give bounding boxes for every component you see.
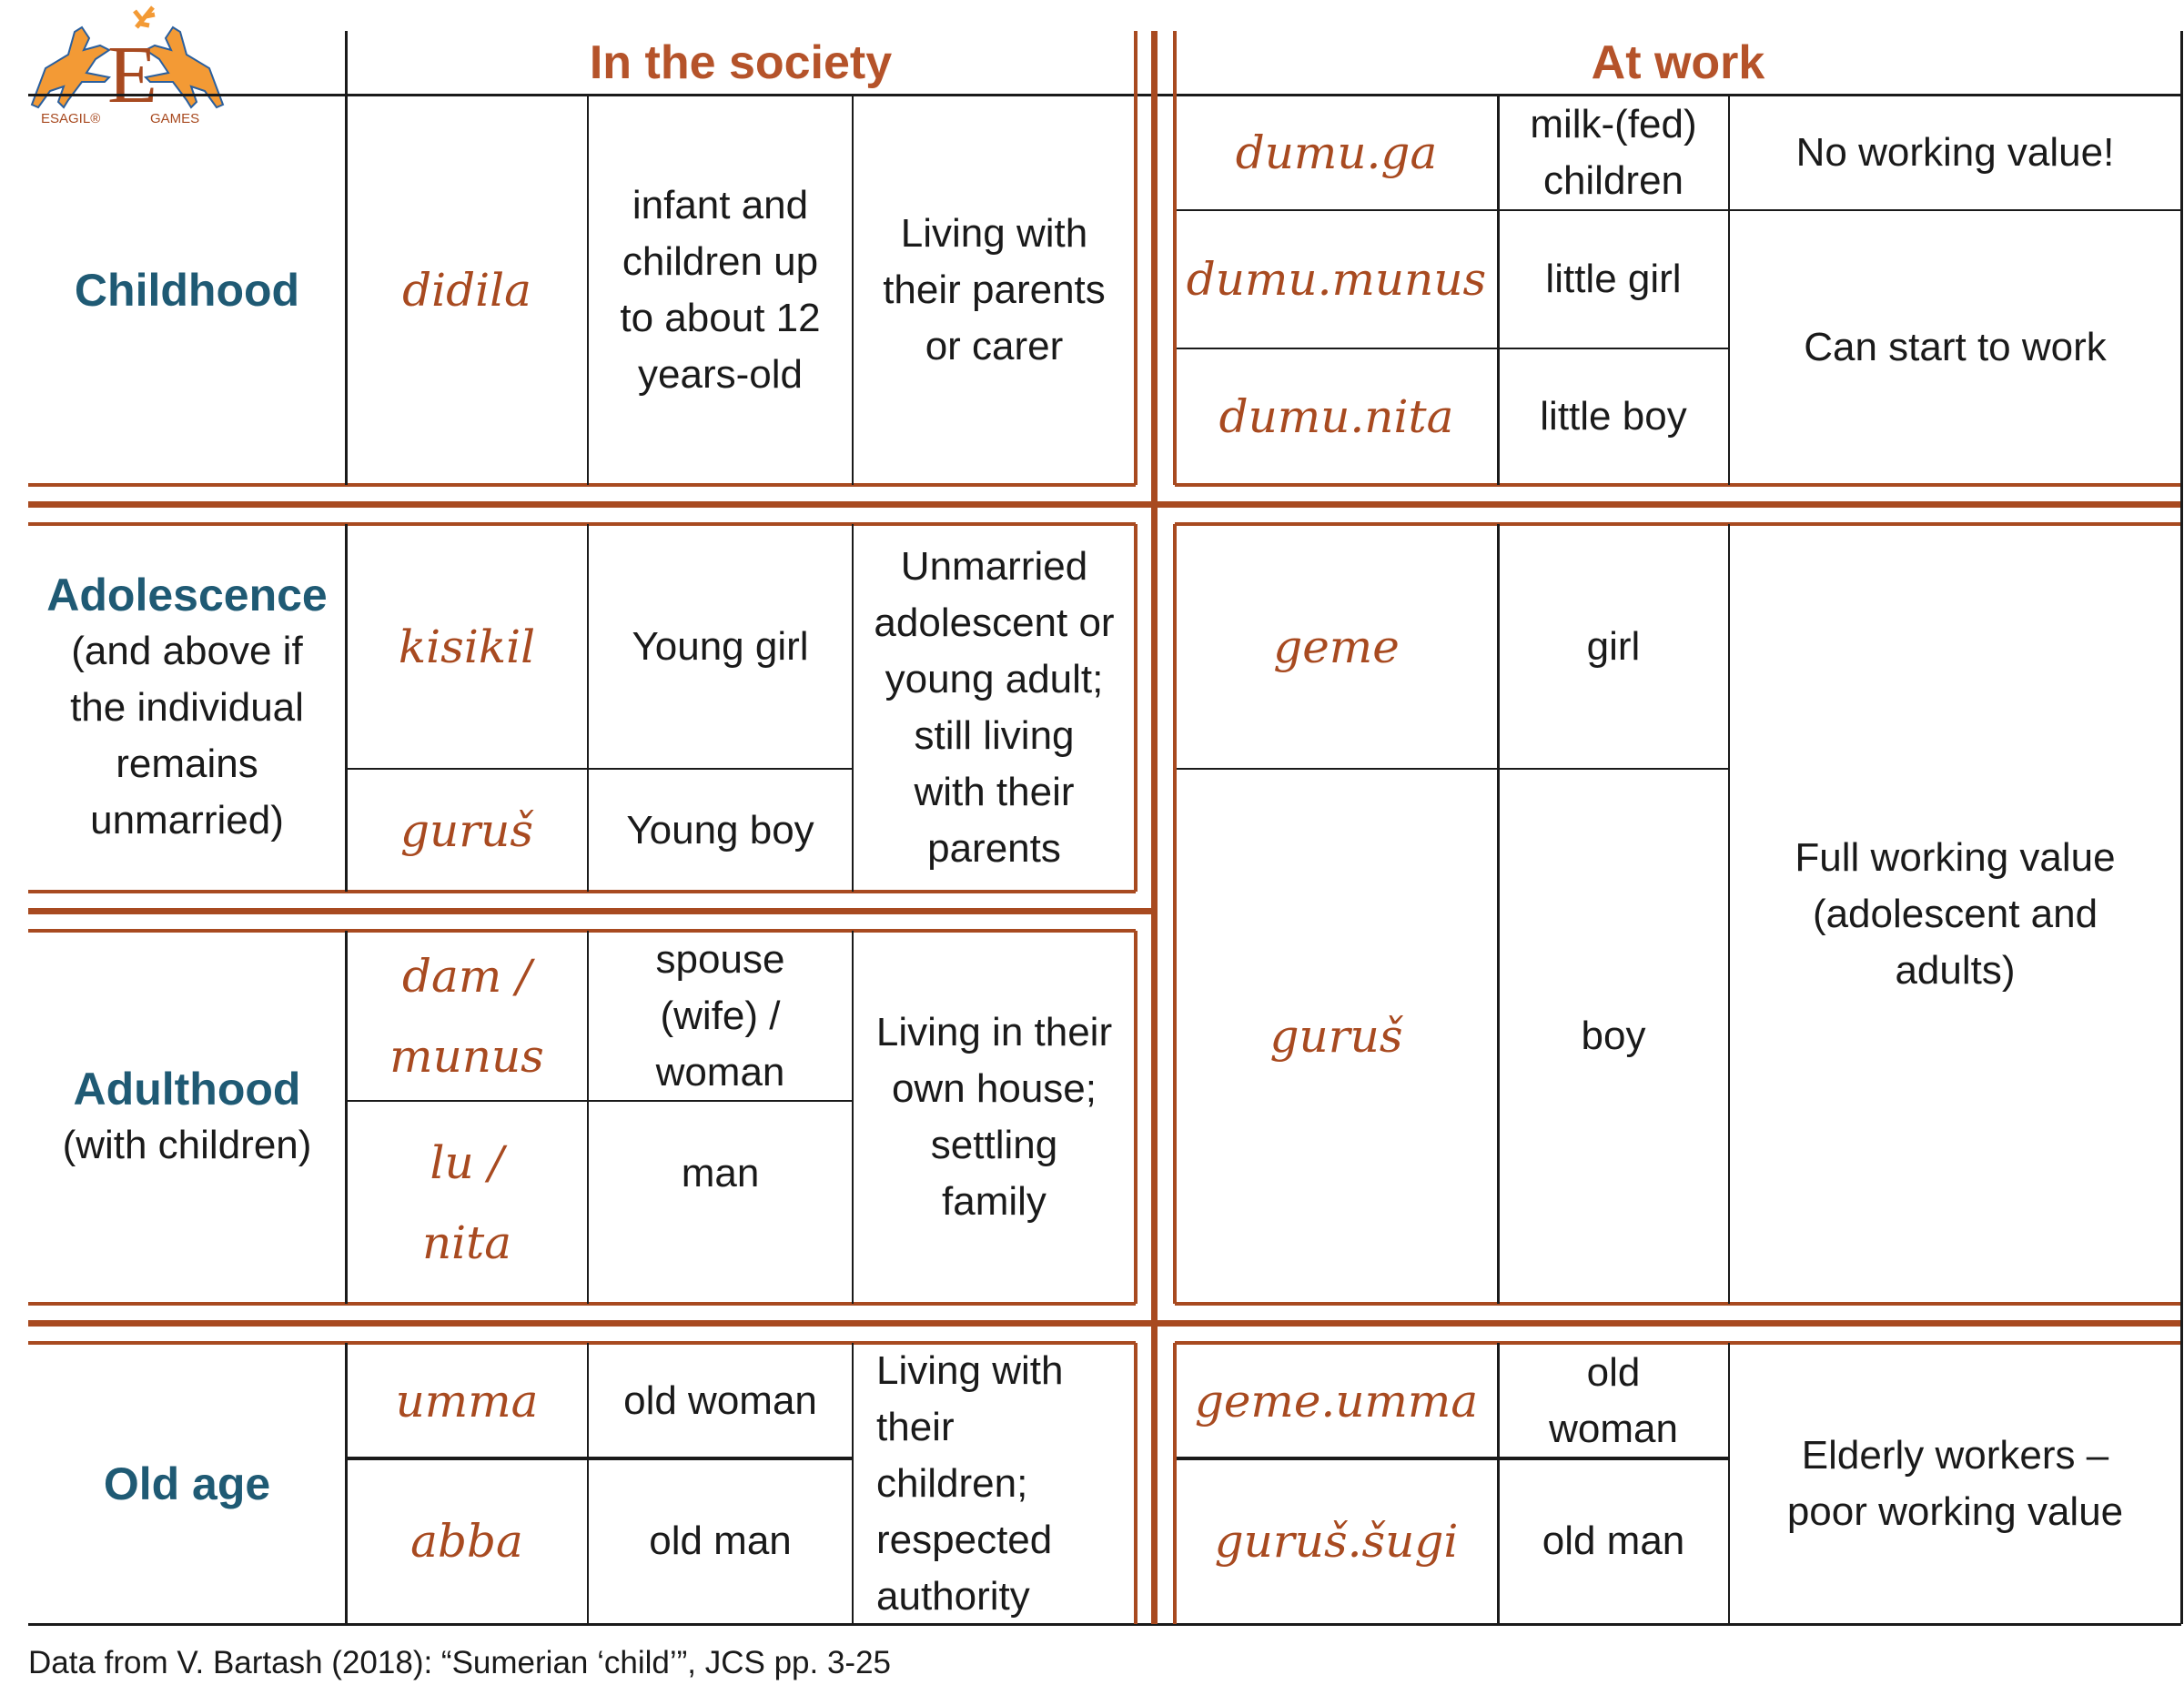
term-cell: guruš.šugi — [1214, 1515, 1459, 1568]
grid-line-vertical — [1150, 31, 1158, 1624]
stage-label: Childhood — [74, 264, 300, 316]
term-cell: didila — [402, 263, 531, 317]
stage-childhood: Childhood — [28, 95, 346, 485]
meaning-cell: old woman — [1549, 1349, 1678, 1451]
stage-label: Old age — [103, 1458, 271, 1509]
term-cell: geme.umma — [1194, 1374, 1479, 1428]
stage-adolescence: Adolescence (and above if the individual … — [28, 524, 346, 892]
term-cell: umma — [395, 1374, 539, 1428]
meaning-cell: Young girl — [632, 623, 809, 669]
status-cell: Unmarried adolescent or young adult; sti… — [874, 544, 1115, 871]
grid-line-horizontal — [28, 500, 2181, 508]
meaning-cell: Young boy — [626, 807, 814, 852]
term-cell: dumu.nita — [1218, 390, 1454, 443]
term-cell: guruš — [1269, 1010, 1403, 1063]
meaning-cell: man — [681, 1151, 760, 1196]
term-cell: geme — [1273, 620, 1400, 673]
meaning-cell: old man — [649, 1518, 792, 1563]
work-value-cell: Full working value (adolescent and adult… — [1795, 834, 2116, 993]
stage-label: Adulthood — [73, 1064, 301, 1115]
term-cell: kisikil — [398, 620, 536, 673]
term-cell: guruš — [400, 803, 533, 857]
term-cell: dumu.ga — [1235, 126, 1438, 179]
grid-line-horizontal — [28, 907, 1154, 914]
stage-label: Adolescence — [46, 570, 328, 620]
meaning-cell: little girl — [1545, 257, 1682, 301]
meaning-cell: spouse (wife) / woman — [655, 936, 785, 1095]
meaning-cell: old man — [1542, 1518, 1685, 1563]
meaning-cell: old woman — [623, 1377, 817, 1423]
stage-adulthood: Adulthood (with children) — [28, 931, 346, 1304]
term-cell: lu / nita — [421, 1135, 512, 1269]
meaning-cell: infant and children up to about 12 years… — [620, 182, 821, 397]
term-cell: abba — [410, 1515, 523, 1568]
stage-old-age: Old age — [28, 1343, 346, 1624]
meaning-cell: milk-(fed) children — [1530, 101, 1697, 203]
stage-note: (with children) — [62, 1123, 312, 1167]
source-footnote: Data from V. Bartash (2018): “Sumerian ‘… — [28, 1645, 892, 1680]
status-cell: Living with their parents or carer — [883, 210, 1106, 368]
stage-note: (and above if the individual remains unm… — [70, 629, 304, 842]
term-cell: dumu.munus — [1186, 253, 1487, 306]
header-at-work: At work — [1591, 36, 1765, 89]
work-value-cell: Can start to work — [1804, 325, 2107, 369]
header-in-the-society: In the society — [589, 36, 893, 89]
work-value-cell: No working value! — [1795, 129, 2115, 175]
grid-line-horizontal — [28, 1319, 2181, 1327]
status-cell: Living with their children; respected au… — [876, 1347, 1064, 1619]
work-value-cell: Elderly workers – poor working value — [1786, 1432, 2124, 1534]
meaning-cell: boy — [1581, 1014, 1646, 1058]
term-cell: dam / munus — [389, 949, 544, 1083]
status-cell: Living in their own house; settling fami… — [875, 1010, 1113, 1224]
meaning-cell: little boy — [1540, 394, 1687, 439]
meaning-cell: girl — [1586, 623, 1641, 669]
